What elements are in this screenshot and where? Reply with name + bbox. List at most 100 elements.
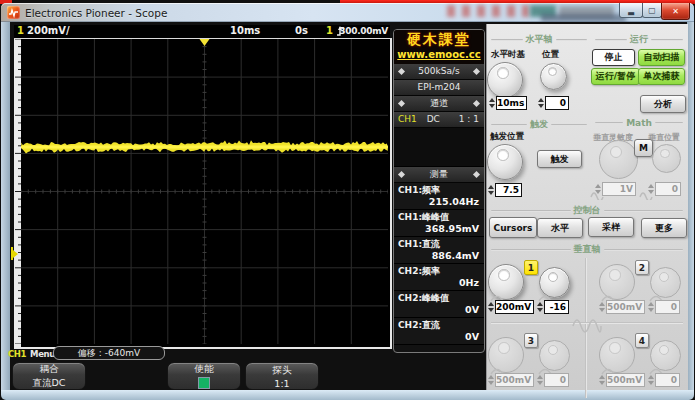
channel-status-row[interactable]: CH1 DC 1 : 1 bbox=[394, 112, 484, 128]
measure-header-row[interactable]: 测量 bbox=[394, 167, 484, 183]
spinner-arrows[interactable] bbox=[648, 182, 654, 196]
timebase-knob[interactable] bbox=[487, 62, 523, 98]
ch1-scale-value-field[interactable]: 200mV bbox=[495, 300, 534, 314]
ch1-scale-value[interactable]: 200mV bbox=[488, 300, 527, 314]
ch3-scale-value-field[interactable]: 500mV bbox=[495, 373, 534, 387]
right-arrow-icon[interactable] bbox=[473, 171, 480, 178]
auto-scan-button[interactable]: 自动扫描 bbox=[638, 49, 685, 66]
increment-icon[interactable] bbox=[595, 184, 601, 188]
math-position-value[interactable]: 0 bbox=[648, 182, 681, 196]
ch2-position-value-field[interactable]: 0 bbox=[655, 300, 680, 314]
device-row[interactable]: EPI-m204 bbox=[394, 80, 484, 96]
ch4-scale-value-field[interactable]: 500mV bbox=[606, 373, 645, 387]
decrement-icon[interactable] bbox=[599, 381, 605, 385]
increment-icon[interactable] bbox=[488, 302, 494, 306]
trigger-position-value-field[interactable]: 7.5 bbox=[495, 183, 522, 197]
increment-icon[interactable] bbox=[648, 375, 654, 379]
increment-icon[interactable] bbox=[537, 375, 543, 379]
h-position-value-field[interactable]: 0 bbox=[545, 96, 569, 110]
h-position-knob[interactable] bbox=[540, 63, 567, 90]
spinner-arrows[interactable] bbox=[648, 373, 654, 387]
increment-icon[interactable] bbox=[489, 98, 495, 102]
spinner-arrows[interactable] bbox=[595, 182, 601, 196]
cursors-button[interactable]: Cursors bbox=[489, 217, 537, 238]
ch4-badge[interactable]: 4 bbox=[635, 333, 649, 348]
stop-button[interactable]: 停止 bbox=[592, 49, 635, 66]
trigger-position-value[interactable]: 7.5 bbox=[488, 183, 522, 197]
spinner-arrows[interactable] bbox=[537, 373, 543, 387]
decrement-icon[interactable] bbox=[537, 381, 543, 385]
h-position-value[interactable]: 0 bbox=[538, 96, 569, 110]
decrement-icon[interactable] bbox=[488, 308, 494, 312]
analyze-button[interactable]: 分析 bbox=[640, 95, 686, 113]
ch1-position-value[interactable]: -16 bbox=[537, 300, 569, 314]
right-arrow-icon[interactable] bbox=[473, 100, 480, 107]
decrement-icon[interactable] bbox=[489, 104, 495, 108]
run-pause-button[interactable]: 运行/暂停 bbox=[591, 68, 640, 85]
decrement-icon[interactable] bbox=[648, 308, 654, 312]
decrement-icon[interactable] bbox=[648, 190, 654, 194]
ground-marker-arrow[interactable] bbox=[13, 250, 18, 258]
increment-icon[interactable] bbox=[599, 375, 605, 379]
math-sensitivity-value[interactable]: 1V bbox=[595, 182, 636, 196]
probe-button[interactable]: 探头 1:1 bbox=[245, 362, 319, 390]
ch2-badge[interactable]: 2 bbox=[635, 260, 649, 275]
spinner-arrows[interactable] bbox=[538, 96, 544, 110]
more-button[interactable]: 更多 bbox=[641, 218, 687, 238]
channel-header-row[interactable]: 通道 bbox=[394, 96, 484, 112]
ch3-position-value-field[interactable]: 0 bbox=[544, 373, 569, 387]
increment-icon[interactable] bbox=[599, 302, 605, 306]
increment-icon[interactable] bbox=[488, 375, 494, 379]
enable-checkbox[interactable] bbox=[198, 377, 210, 389]
decrement-icon[interactable] bbox=[488, 381, 494, 385]
right-arrow-icon[interactable] bbox=[473, 68, 480, 75]
enable-button[interactable]: 使能 bbox=[167, 362, 241, 390]
ch2-scale-value-field[interactable]: 500mV bbox=[606, 300, 645, 314]
spinner-arrows[interactable] bbox=[648, 300, 654, 314]
ch3-position-value[interactable]: 0 bbox=[537, 373, 569, 387]
coupling-button[interactable]: 耦合 直流DC bbox=[12, 362, 86, 390]
increment-icon[interactable] bbox=[538, 98, 544, 102]
decrement-icon[interactable] bbox=[648, 381, 654, 385]
decrement-icon[interactable] bbox=[538, 104, 544, 108]
trigger-button[interactable]: 触发 bbox=[537, 150, 582, 168]
trigger-position-knob[interactable] bbox=[487, 144, 523, 180]
horizontal-button[interactable]: 水平 bbox=[537, 218, 583, 238]
close-button[interactable]: ✕ bbox=[661, 3, 690, 20]
increment-icon[interactable] bbox=[648, 184, 654, 188]
ch3-badge[interactable]: 3 bbox=[524, 333, 538, 348]
ch1-badge[interactable]: 1 bbox=[524, 260, 538, 275]
sample-rate-row[interactable]: 500kSa/s bbox=[394, 64, 484, 80]
math-sensitivity-value-field[interactable]: 1V bbox=[602, 182, 636, 196]
ch2-scale-value[interactable]: 500mV bbox=[599, 300, 638, 314]
math-sensitivity-knob[interactable] bbox=[599, 140, 638, 179]
increment-icon[interactable] bbox=[648, 302, 654, 306]
spinner-arrows[interactable] bbox=[489, 96, 495, 110]
spinner-arrows[interactable] bbox=[599, 373, 605, 387]
minimize-button[interactable]: ▬ bbox=[619, 3, 643, 18]
increment-icon[interactable] bbox=[488, 185, 494, 189]
left-arrow-icon[interactable] bbox=[398, 68, 405, 75]
left-arrow-icon[interactable] bbox=[398, 171, 405, 178]
spinner-arrows[interactable] bbox=[488, 183, 494, 197]
ch4-scale-value[interactable]: 500mV bbox=[599, 373, 638, 387]
ch3-scale-value[interactable]: 500mV bbox=[488, 373, 527, 387]
math-position-knob[interactable] bbox=[652, 144, 681, 173]
maximize-button[interactable]: ▢ bbox=[642, 3, 662, 18]
spinner-arrows[interactable] bbox=[488, 373, 494, 387]
increment-icon[interactable] bbox=[537, 302, 543, 306]
decrement-icon[interactable] bbox=[595, 190, 601, 194]
spinner-arrows[interactable] bbox=[537, 300, 543, 314]
spinner-arrows[interactable] bbox=[488, 300, 494, 314]
math-position-value-field[interactable]: 0 bbox=[655, 182, 681, 196]
single-capture-button[interactable]: 单次捕获 bbox=[638, 68, 685, 85]
ch1-position-value-field[interactable]: -16 bbox=[544, 300, 569, 314]
timebase-value-field[interactable]: 10ms bbox=[496, 96, 527, 110]
ch4-position-value-field[interactable]: 0 bbox=[655, 373, 680, 387]
decrement-icon[interactable] bbox=[488, 191, 494, 195]
ch2-position-value[interactable]: 0 bbox=[648, 300, 680, 314]
decrement-icon[interactable] bbox=[537, 308, 543, 312]
sampling-button[interactable]: 采样 bbox=[588, 217, 634, 237]
left-arrow-icon[interactable] bbox=[398, 100, 405, 107]
ch4-position-value[interactable]: 0 bbox=[648, 373, 680, 387]
